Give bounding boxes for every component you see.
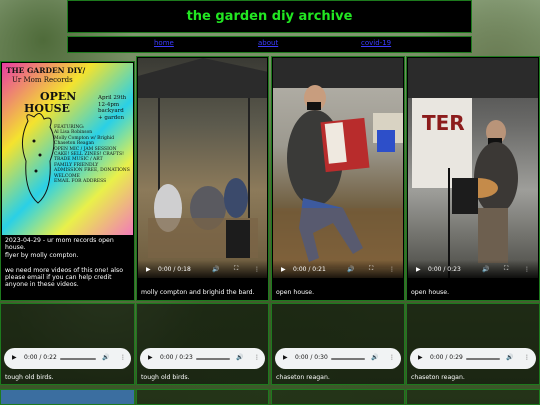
audio-progress-track[interactable]	[60, 358, 96, 360]
audio-player-2[interactable]: ▶ 0:00 / 0:23 🔊 ⋮	[140, 348, 265, 369]
fullscreen-icon[interactable]: ⛶	[369, 265, 373, 273]
video-thumbnail-2	[273, 58, 403, 268]
video-card-1: ▶ 0:00 / 0:18 🔊 ⛶ ⋮ molly compton and br…	[136, 56, 269, 301]
play-icon[interactable]: ▶	[281, 266, 286, 273]
poster-date: April 29th 12-4pm backyard + garden	[98, 95, 127, 121]
audio-caption-4: chaseton reagan.	[411, 374, 465, 381]
volume-icon[interactable]: 🔊	[506, 354, 513, 361]
poster-title-line1: THE GARDEN DIY/	[6, 66, 86, 75]
audio-player-1[interactable]: ▶ 0:00 / 0:22 🔊 ⋮	[4, 348, 131, 369]
video-thumbnail-3: TER	[408, 58, 538, 278]
audio-progress-track[interactable]	[466, 358, 500, 360]
video-thumbnail-1	[138, 58, 267, 258]
next-row-card-1	[0, 389, 135, 405]
site-title: the garden diy archive	[186, 9, 353, 24]
nav-covid-link[interactable]: covid-19	[361, 39, 391, 47]
play-icon[interactable]: ▶	[148, 354, 153, 361]
poster-caption: 2023-04-29 - ur mom records open house. …	[5, 237, 124, 289]
more-icon[interactable]: ⋮	[524, 354, 530, 361]
audio-card-3: ▶ 0:00 / 0:30 🔊 ⋮ chaseton reagan.	[271, 303, 405, 385]
audio-card-4: ▶ 0:00 / 0:29 🔊 ⋮ chaseton reagan.	[406, 303, 540, 385]
audio-card-2: ▶ 0:00 / 0:23 🔊 ⋮ tough old birds.	[136, 303, 269, 385]
audio-progress-track[interactable]	[331, 358, 365, 360]
video-time-2: 0:00 / 0:21	[293, 266, 326, 273]
audio-caption-2: tough old birds.	[141, 374, 190, 381]
audio-player-3[interactable]: ▶ 0:00 / 0:30 🔊 ⋮	[275, 348, 401, 369]
audio-progress-track[interactable]	[196, 358, 230, 360]
audio-time-2: 0:00 / 0:23	[160, 354, 193, 361]
audio-card-1: ▶ 0:00 / 0:22 🔊 ⋮ tough old birds.	[0, 303, 135, 385]
next-row-card-3	[271, 389, 405, 405]
tent-sign-text: TER	[422, 111, 465, 135]
volume-icon[interactable]: 🔊	[102, 354, 109, 361]
poster-title-line2: Ur Mom Records	[12, 76, 73, 84]
more-icon[interactable]: ⋮	[254, 354, 260, 361]
fullscreen-icon[interactable]: ⛶	[234, 265, 238, 273]
volume-icon[interactable]: 🔊	[236, 354, 243, 361]
nav-about-link[interactable]: about	[258, 39, 278, 47]
play-icon[interactable]: ▶	[418, 354, 423, 361]
video-card-3: TER ▶ 0:00 / 0:23 🔊 ⛶ ⋮ open house.	[406, 56, 540, 301]
video-card-2: ▶ 0:00 / 0:21 🔊 ⛶ ⋮ open house.	[271, 56, 405, 301]
poster-card: THE GARDEN DIY/ Ur Mom Records OPEN HOUS…	[0, 61, 135, 301]
site-header: the garden diy archive	[67, 0, 472, 33]
video-player-1[interactable]: ▶ 0:00 / 0:18 🔊 ⛶ ⋮	[138, 58, 267, 278]
audio-player-4[interactable]: ▶ 0:00 / 0:29 🔊 ⋮	[410, 348, 536, 369]
more-icon[interactable]: ⋮	[254, 266, 260, 273]
play-icon[interactable]: ▶	[416, 266, 421, 273]
volume-icon[interactable]: 🔊	[347, 266, 354, 273]
volume-icon[interactable]: 🔊	[482, 266, 489, 273]
next-row-card-4	[406, 389, 540, 405]
video-caption-2: open house.	[276, 289, 315, 296]
video-player-3[interactable]: TER ▶ 0:00 / 0:23 🔊 ⛶ ⋮	[408, 58, 538, 278]
next-row-card-2	[136, 389, 269, 405]
video-player-2[interactable]: ▶ 0:00 / 0:21 🔊 ⛶ ⋮	[273, 58, 403, 278]
video-caption-3: open house.	[411, 289, 450, 296]
video-time-1: 0:00 / 0:18	[158, 266, 191, 273]
poster-image: THE GARDEN DIY/ Ur Mom Records OPEN HOUS…	[2, 63, 133, 235]
audio-time-3: 0:00 / 0:30	[295, 354, 328, 361]
audio-time-4: 0:00 / 0:29	[430, 354, 463, 361]
fullscreen-icon[interactable]: ⛶	[504, 265, 508, 273]
more-icon[interactable]: ⋮	[389, 266, 395, 273]
play-icon[interactable]: ▶	[12, 354, 17, 361]
video-caption-1: molly compton and brighid the bard.	[141, 289, 255, 296]
more-icon[interactable]: ⋮	[120, 354, 126, 361]
volume-icon[interactable]: 🔊	[212, 266, 219, 273]
audio-time-1: 0:00 / 0:22	[24, 354, 57, 361]
audio-caption-1: tough old birds.	[5, 374, 54, 381]
poster-title-line4: HOUSE	[24, 102, 70, 115]
nav-bar: home about covid-19	[67, 36, 472, 53]
more-icon[interactable]: ⋮	[389, 354, 395, 361]
play-icon[interactable]: ▶	[283, 354, 288, 361]
poster-body: FEATURING: Al Lisa Robinson Molly Compto…	[54, 125, 130, 185]
audio-caption-3: chaseton reagan.	[276, 374, 330, 381]
volume-icon[interactable]: 🔊	[371, 354, 378, 361]
play-icon[interactable]: ▶	[146, 266, 151, 273]
more-icon[interactable]: ⋮	[524, 266, 530, 273]
video-time-3: 0:00 / 0:23	[428, 266, 461, 273]
nav-home-link[interactable]: home	[154, 39, 174, 47]
